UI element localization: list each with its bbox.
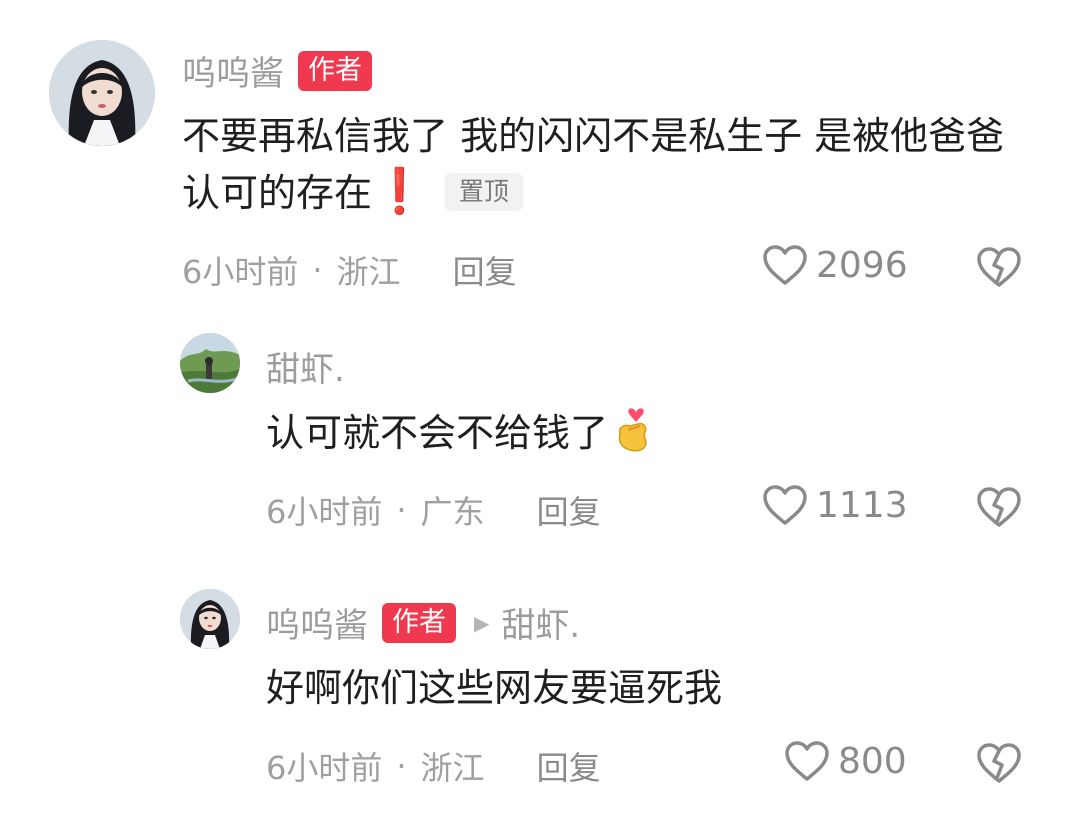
meta-separator: · <box>312 251 323 289</box>
dislike-button[interactable] <box>976 742 1022 788</box>
comment-text: 好啊你们这些网友要逼死我 <box>266 666 723 710</box>
exclamation-emoji: ❗ <box>372 166 427 217</box>
reply-item: 甜虾. 认可就不会不给钱了 6小时前 · 广东 回复 1113 <box>0 320 1080 550</box>
broken-heart-icon <box>977 487 1021 527</box>
like-button[interactable]: 800 <box>784 740 907 782</box>
username[interactable]: 呜呜酱 <box>266 598 368 647</box>
dislike-button[interactable] <box>976 486 1022 532</box>
reply-item: 呜呜酱 作者 ▶ 甜虾. 好啊你们这些网友要逼死我 6小时前 · 浙江 回复 8… <box>0 576 1080 806</box>
like-count: 800 <box>838 740 907 782</box>
triangle-right-icon: ▶ <box>474 610 490 635</box>
heart-icon <box>785 741 829 781</box>
username[interactable]: 呜呜酱 <box>182 46 284 95</box>
comment-text: 不要再私信我了 我的闪闪不是私生子 是被他爸爸认可的存在 <box>182 114 1005 215</box>
comment-text-block: 认可就不会不给钱了 <box>266 404 1046 461</box>
comment-text-block: 不要再私信我了 我的闪闪不是私生子 是被他爸爸认可的存在❗ 置顶 <box>182 108 1042 221</box>
reply-to-username[interactable]: 甜虾. <box>501 598 580 647</box>
username[interactable]: 甜虾. <box>266 342 345 391</box>
broken-heart-icon <box>977 247 1021 287</box>
comment-location: 浙江 <box>336 253 401 291</box>
like-count: 1113 <box>816 484 908 526</box>
pinned-badge: 置顶 <box>444 173 523 211</box>
like-count: 2096 <box>816 244 908 286</box>
comment-text-block: 好啊你们这些网友要逼死我 <box>266 660 1046 716</box>
heart-icon <box>763 485 807 525</box>
comment-location: 广东 <box>420 493 485 531</box>
reply-button[interactable]: 回复 <box>537 743 601 789</box>
meta-separator: · <box>396 747 407 785</box>
comment-location: 浙江 <box>420 749 485 787</box>
comment-item: 呜呜酱 作者 不要再私信我了 我的闪闪不是私生子 是被他爸爸认可的存在❗ 置顶 6… <box>0 0 1080 300</box>
heart-icon <box>763 245 807 285</box>
finger-heart-emoji <box>614 404 654 454</box>
like-button[interactable]: 1113 <box>762 484 908 526</box>
comment-time: 6小时前 <box>182 253 299 291</box>
avatar[interactable] <box>49 40 155 146</box>
avatar[interactable] <box>180 589 240 649</box>
reply-button[interactable]: 回复 <box>537 487 601 533</box>
avatar[interactable] <box>180 333 240 393</box>
reply-button[interactable]: 回复 <box>453 247 517 293</box>
comment-text: 认可就不会不给钱了 <box>266 411 609 455</box>
comment-time: 6小时前 <box>266 749 383 787</box>
comment-time: 6小时前 <box>266 493 383 531</box>
dislike-button[interactable] <box>976 246 1022 292</box>
author-badge: 作者 <box>298 50 372 91</box>
author-badge: 作者 <box>382 602 456 643</box>
like-button[interactable]: 2096 <box>762 244 908 286</box>
broken-heart-icon <box>977 743 1021 783</box>
meta-separator: · <box>396 491 407 529</box>
